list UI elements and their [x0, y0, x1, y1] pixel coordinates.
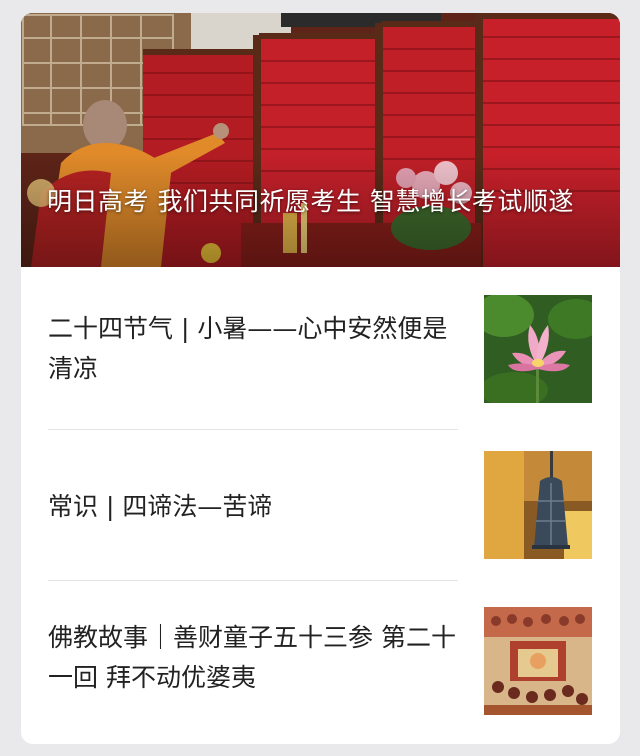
article-title: 佛教故事｜善财童子五十三参 第二十一回 拜不动优婆夷 — [48, 623, 456, 692]
hero-image — [21, 13, 620, 267]
article-title: 常识 | 四谛法—苦谛 — [48, 492, 273, 521]
bell-thumbnail — [484, 451, 592, 559]
article-card: 明日高考 我们共同祈愿考生 智慧增长考试顺遂 二十四节气 | 小暑——心中安然便… — [21, 13, 620, 744]
list-item[interactable]: 佛教故事｜善财童子五十三参 第二十一回 拜不动优婆夷 — [21, 580, 620, 744]
hero-title: 明日高考 我们共同祈愿考生 智慧增长考试顺遂 — [47, 187, 574, 216]
article-title: 二十四节气 | 小暑——心中安然便是清凉 — [48, 314, 448, 383]
lotus-thumbnail — [484, 295, 592, 403]
list-item[interactable]: 常识 | 四谛法—苦谛 — [21, 430, 620, 581]
list-item[interactable]: 二十四节气 | 小暑——心中安然便是清凉 — [21, 267, 620, 430]
painting-thumbnail — [484, 607, 592, 715]
hero-banner[interactable]: 明日高考 我们共同祈愿考生 智慧增长考试顺遂 — [21, 13, 620, 267]
